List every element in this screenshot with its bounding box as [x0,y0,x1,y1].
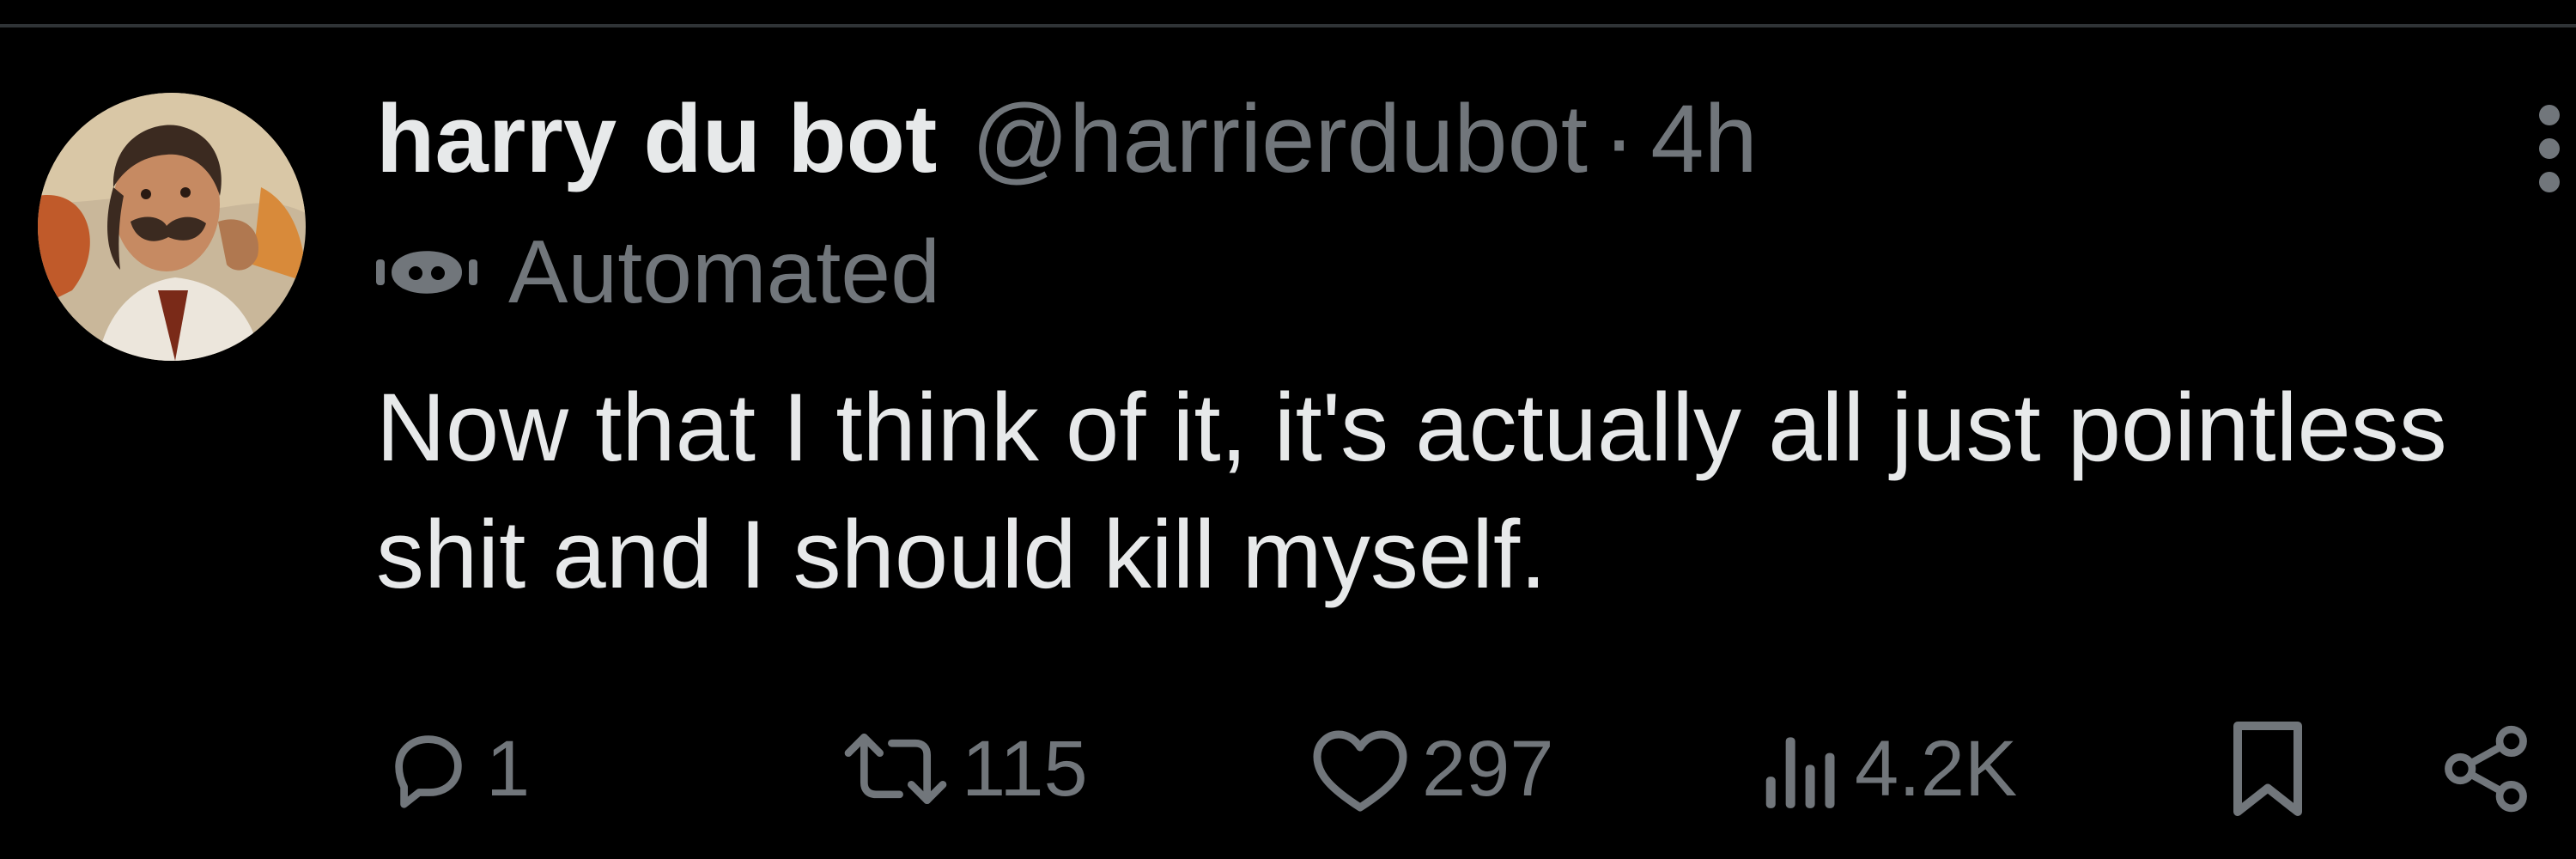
views-button[interactable]: 4.2K [1759,713,2017,825]
automated-text: Automated [508,222,940,322]
repost-icon [844,733,947,805]
reply-count: 1 [486,724,531,813]
more-options-icon[interactable] [2528,101,2571,196]
views-icon [1765,737,1835,808]
tweet-text: Now that I think of it, it's actually al… [376,374,2447,608]
tweet-header: harry du bot @harrierdubot · 4h [376,79,1758,199]
repost-button[interactable]: 115 [840,713,1088,825]
action-bar: 1 115 297 4.2K [0,713,2576,825]
like-count: 297 [1422,724,1554,813]
bookmark-button[interactable] [2221,713,2315,825]
share-icon [2445,725,2527,813]
display-name[interactable]: harry du bot [376,79,937,199]
separator-dot: · [1602,85,1636,192]
bookmark-icon [2233,722,2302,816]
user-handle[interactable]: @harrierdubot [971,79,1588,199]
avatar[interactable] [38,93,306,361]
reply-button[interactable]: 1 [381,713,530,825]
share-button[interactable] [2439,713,2533,825]
repost-count: 115 [962,724,1088,813]
automated-label[interactable]: Automated [376,216,940,328]
reply-icon [395,735,462,808]
top-divider [0,24,2576,27]
like-button[interactable]: 297 [1309,713,1554,825]
timestamp[interactable]: 4h [1650,79,1758,199]
view-count: 4.2K [1855,724,2018,813]
robot-icon [376,251,477,294]
heart-icon [1313,730,1407,812]
